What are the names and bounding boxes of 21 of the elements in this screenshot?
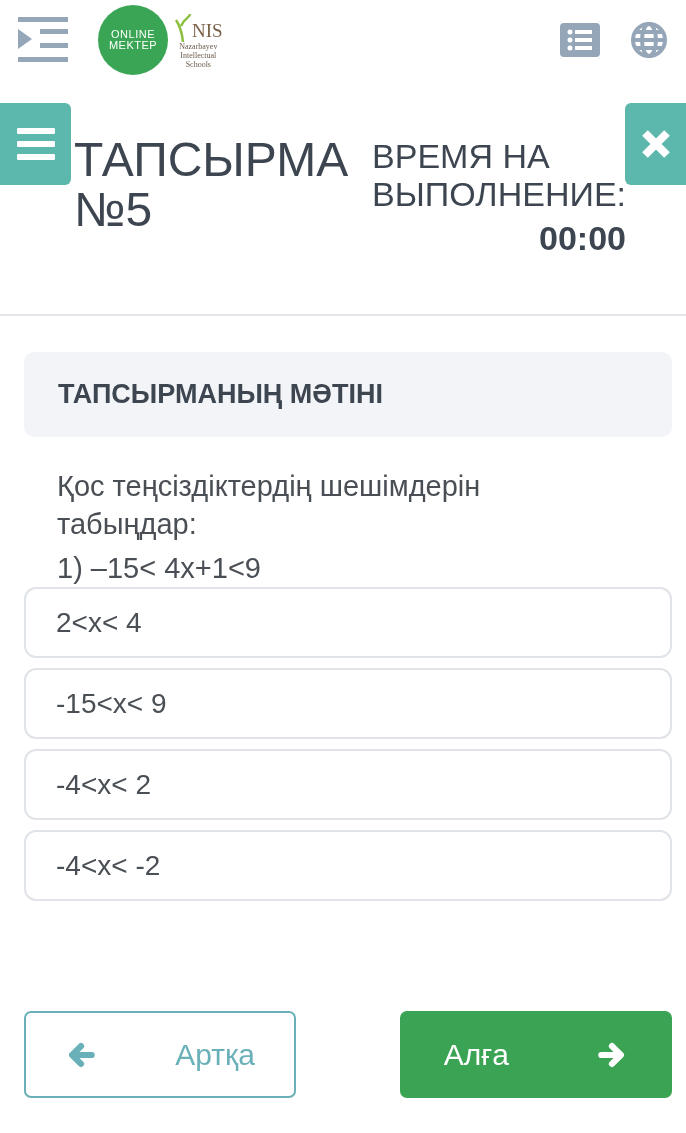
close-button[interactable] [625, 103, 686, 185]
list-icon[interactable] [560, 23, 600, 57]
answer-option[interactable]: -4<x< 2 [24, 749, 672, 820]
sidebar-toggle-button[interactable] [0, 103, 71, 185]
logo: ONLINE MEKTEP [98, 5, 168, 75]
globe-icon[interactable] [630, 21, 668, 59]
answer-option[interactable]: -4<x< -2 [24, 830, 672, 901]
answer-option[interactable]: 2<x< 4 [24, 587, 672, 658]
section-heading: ТАПСЫРМАНЫҢ МӘТІНІ [24, 352, 672, 437]
task-title: ТАПСЫРМА №5 [74, 135, 349, 238]
logo-caption: Nazarbayev Intellectual Schools [179, 41, 218, 69]
question-text: Қос теңсіздіктердің шешімдерін табыңдар: [56, 469, 482, 542]
sprout-icon [174, 11, 192, 42]
question-text: 1) –15< 4x+1<9 [56, 551, 262, 586]
close-icon [640, 129, 671, 159]
menu-icon[interactable] [18, 17, 68, 63]
timer-label: ВРЕМЯ НА ВЫПОЛНЕНИЕ: [372, 137, 626, 213]
timer-value: 00:00 [539, 219, 626, 258]
logo-brand: NIS [192, 19, 223, 42]
answer-option[interactable]: -15<x< 9 [24, 668, 672, 739]
menu-icon [16, 128, 55, 160]
